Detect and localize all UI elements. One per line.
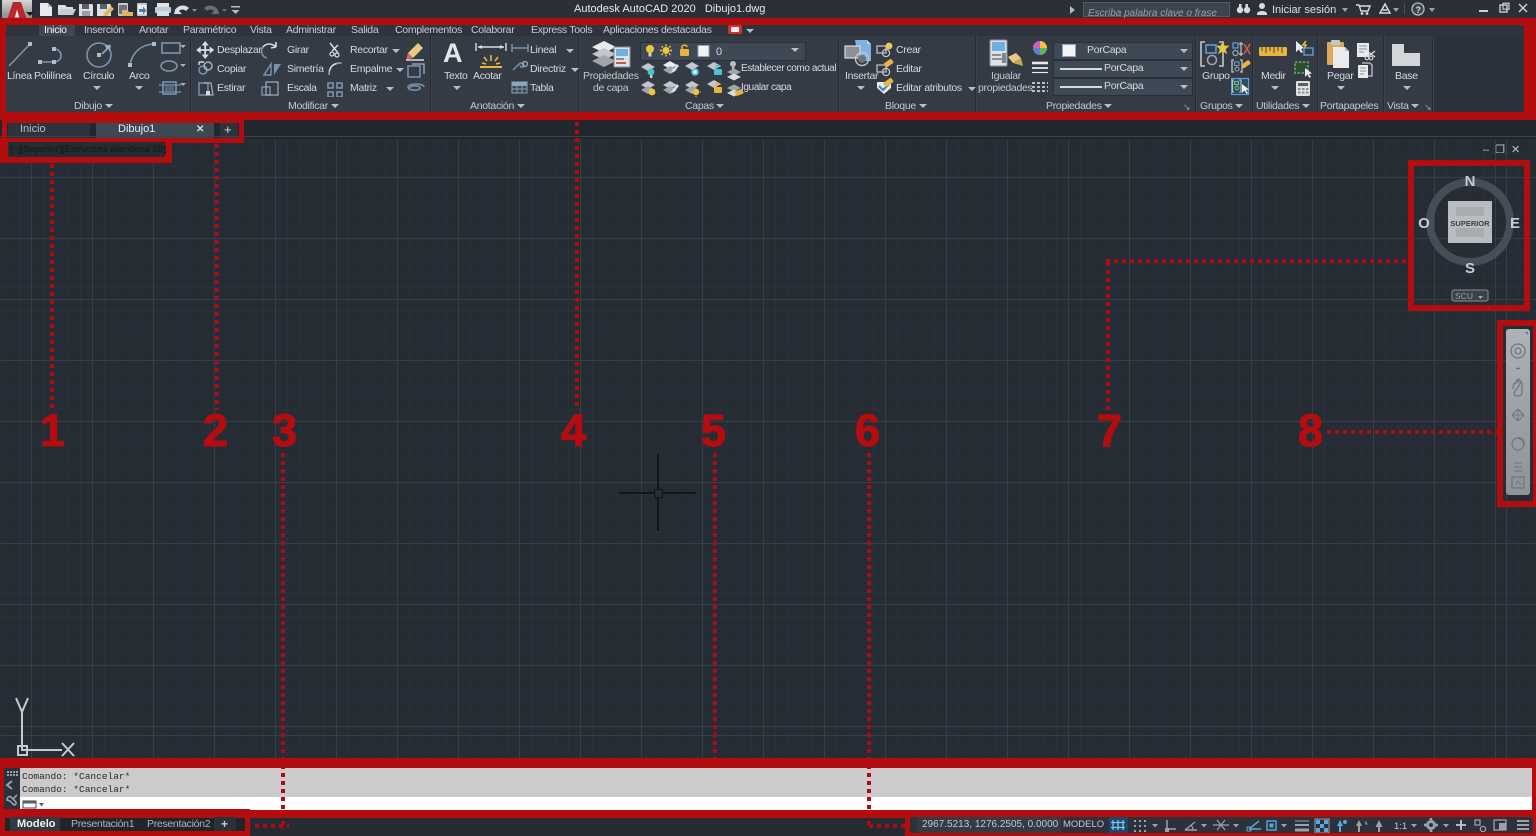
svg-text:1:1: 1:1 — [1394, 821, 1407, 832]
svg-text:?: ? — [1416, 5, 1422, 15]
svg-text:Iniciar sesión: Iniciar sesión — [1272, 4, 1336, 16]
svg-text:0: 0 — [716, 46, 722, 58]
